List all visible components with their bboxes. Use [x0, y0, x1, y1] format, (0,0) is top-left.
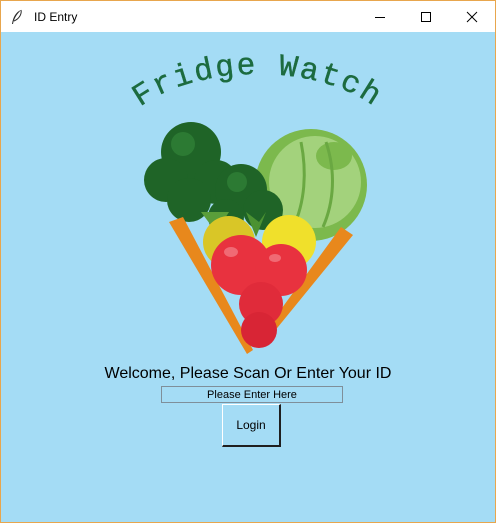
fridge-watch-logo: Fridge Watch — [126, 49, 389, 354]
id-input[interactable] — [161, 386, 343, 403]
minimize-icon — [375, 16, 385, 18]
window-controls — [357, 1, 495, 32]
window-title: ID Entry — [34, 9, 78, 24]
maximize-icon — [421, 11, 431, 22]
vegetable-heart-icon — [144, 122, 367, 354]
minimize-button[interactable] — [357, 1, 403, 32]
app-window: ID Entry Fridge Watch Welcome, Please Sc… — [0, 0, 496, 523]
maximize-button[interactable] — [403, 1, 449, 32]
login-button[interactable]: Login — [222, 404, 281, 447]
welcome-message: Welcome, Please Scan Or Enter Your ID — [104, 365, 392, 382]
client-area: Fridge Watch Welcome, Please Scan Or Ent… — [1, 32, 495, 522]
logo-title: Fridge Watch — [127, 49, 389, 115]
close-button[interactable] — [449, 1, 495, 32]
feather-icon — [12, 9, 22, 24]
title-bar: ID Entry — [1, 1, 495, 32]
close-icon — [466, 11, 478, 22]
